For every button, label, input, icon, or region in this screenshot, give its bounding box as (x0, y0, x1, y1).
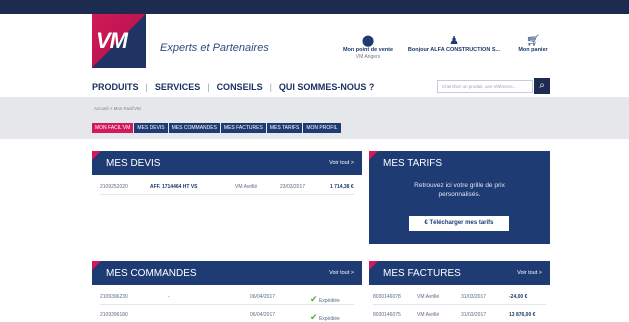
tagline: Experts et Partenaires (160, 42, 269, 54)
devis-title: MES DEVIS (106, 158, 161, 169)
tab-mes-devis[interactable]: MES DEVIS (134, 123, 168, 133)
logo-text: VM (96, 28, 128, 53)
breadcrumb[interactable]: Accueil > Mon Facil'VM (94, 106, 141, 111)
order-date: 06/04/2017 (250, 294, 276, 300)
devis-reference: AFF. 1714464 HT VS (150, 184, 198, 190)
nav-item-conseils[interactable]: CONSEILS (210, 82, 270, 92)
nav-item-produits[interactable]: PRODUITS (92, 82, 146, 92)
search-icon: ⌕ (539, 80, 545, 91)
search-input[interactable]: Cherchez un produit, une référence... (437, 80, 533, 93)
store-locator[interactable]: ⬤ Mon point de vente VM Angers (338, 36, 398, 61)
search-button[interactable]: ⌕ (534, 78, 550, 94)
invoice-amount: 13 876,00 € (509, 312, 536, 318)
table-row[interactable]: 8030146075 VM Avrillé 31/03/2017 13 876,… (373, 307, 546, 322)
order-date: 06/04/2017 (250, 312, 276, 318)
invoice-amount: -24,00 € (509, 294, 528, 300)
vm-logo[interactable]: VM (92, 14, 146, 68)
corner-accent (92, 261, 101, 270)
user-icon: ♟ (449, 35, 459, 47)
corner-accent (92, 151, 101, 160)
factures-panel: MES FACTURES Voir tout > 8030146078 VM A… (369, 261, 550, 322)
tarifs-title: MES TARIFS (383, 158, 443, 169)
account-tabs: MON FACIL'VM MES DEVIS MES COMMANDES MES… (92, 123, 341, 133)
factures-title: MES FACTURES (383, 268, 461, 279)
cart-link[interactable]: 🛒︎ Mon panier (512, 36, 554, 54)
invoice-date: 31/03/2017 (461, 294, 487, 300)
order-reference: - (168, 294, 170, 300)
devis-agency: VM Avrillé (235, 184, 258, 190)
nav-item-qui-sommes-nous[interactable]: QUI SOMMES-NOUS ? (272, 82, 382, 92)
order-number: 2109396230 (100, 294, 128, 300)
store-name: VM Angers (355, 54, 381, 60)
corner-accent (369, 151, 378, 160)
invoice-number: 8030146075 (373, 312, 401, 318)
invoice-date: 31/03/2017 (461, 312, 487, 318)
invoice-agency: VM Avrillé (417, 312, 440, 318)
account-menu[interactable]: ♟ Bonjour ALFA CONSTRUCTION S... (404, 36, 504, 54)
commandes-see-all-link[interactable]: Voir tout > (329, 270, 354, 276)
commandes-title: MES COMMANDES (106, 268, 197, 279)
order-status-label: Expédiée (318, 316, 340, 322)
devis-amount: 1 714,38 € (330, 184, 354, 190)
nav-item-services[interactable]: SERVICES (148, 82, 207, 92)
tab-mon-facil-vm[interactable]: MON FACIL'VM (92, 123, 134, 133)
devis-see-all-link[interactable]: Voir tout > (329, 160, 354, 166)
devis-header: MES DEVIS Voir tout > (92, 151, 362, 175)
check-icon: ✔ (310, 294, 318, 304)
factures-header: MES FACTURES Voir tout > (369, 261, 550, 285)
table-row[interactable]: 2109252020 AFF. 1714464 HT VS VM Avrillé… (100, 179, 354, 195)
download-tarifs-button[interactable]: € Télécharger mes tarifs (409, 216, 509, 231)
table-row[interactable]: 2109396230 - 06/04/2017 ✔ Expédiée (100, 289, 354, 305)
commandes-panel: MES COMMANDES Voir tout > 2109396230 - 0… (92, 261, 362, 322)
greeting: Bonjour ALFA CONSTRUCTION S... (407, 47, 501, 53)
tarifs-message: Retrouvez ici votre grille de prix perso… (414, 182, 505, 198)
table-row[interactable]: 8030146078 VM Avrillé 31/03/2017 -24,00 … (373, 289, 546, 305)
top-bar (0, 0, 629, 14)
tab-mes-tarifs[interactable]: MES TARIFS (266, 123, 303, 133)
tab-mes-factures[interactable]: MES FACTURES (220, 123, 266, 133)
cart-icon: 🛒︎ (526, 35, 540, 47)
invoice-agency: VM Avrillé (417, 294, 440, 300)
store-label: Mon point de vente (342, 47, 394, 53)
invoice-number: 8030146078 (373, 294, 401, 300)
commandes-header: MES COMMANDES Voir tout > (92, 261, 362, 285)
tab-mes-commandes[interactable]: MES COMMANDES (168, 123, 220, 133)
corner-accent (369, 261, 378, 270)
cart-label: Mon panier (518, 47, 548, 53)
factures-see-all-link[interactable]: Voir tout > (517, 270, 542, 276)
check-icon: ✔ (310, 312, 318, 322)
order-number: 2109396180 (100, 312, 128, 318)
order-status: ✔ Expédiée (310, 294, 340, 305)
devis-number: 2109252020 (100, 184, 128, 190)
location-pin-icon: ⬤ (361, 35, 375, 47)
tab-mon-profil[interactable]: MON PROFIL (303, 123, 341, 133)
table-row[interactable]: 2109396180 06/04/2017 ✔ Expédiée (100, 307, 354, 322)
devis-panel: MES DEVIS Voir tout > 2109252020 AFF. 17… (92, 151, 362, 211)
order-status: ✔ Expédiée (310, 312, 340, 322)
main-nav: PRODUITS | SERVICES | CONSEILS | QUI SOM… (92, 82, 381, 92)
devis-date: 23/03/2017 (280, 184, 306, 190)
order-status-label: Expédiée (318, 298, 340, 304)
